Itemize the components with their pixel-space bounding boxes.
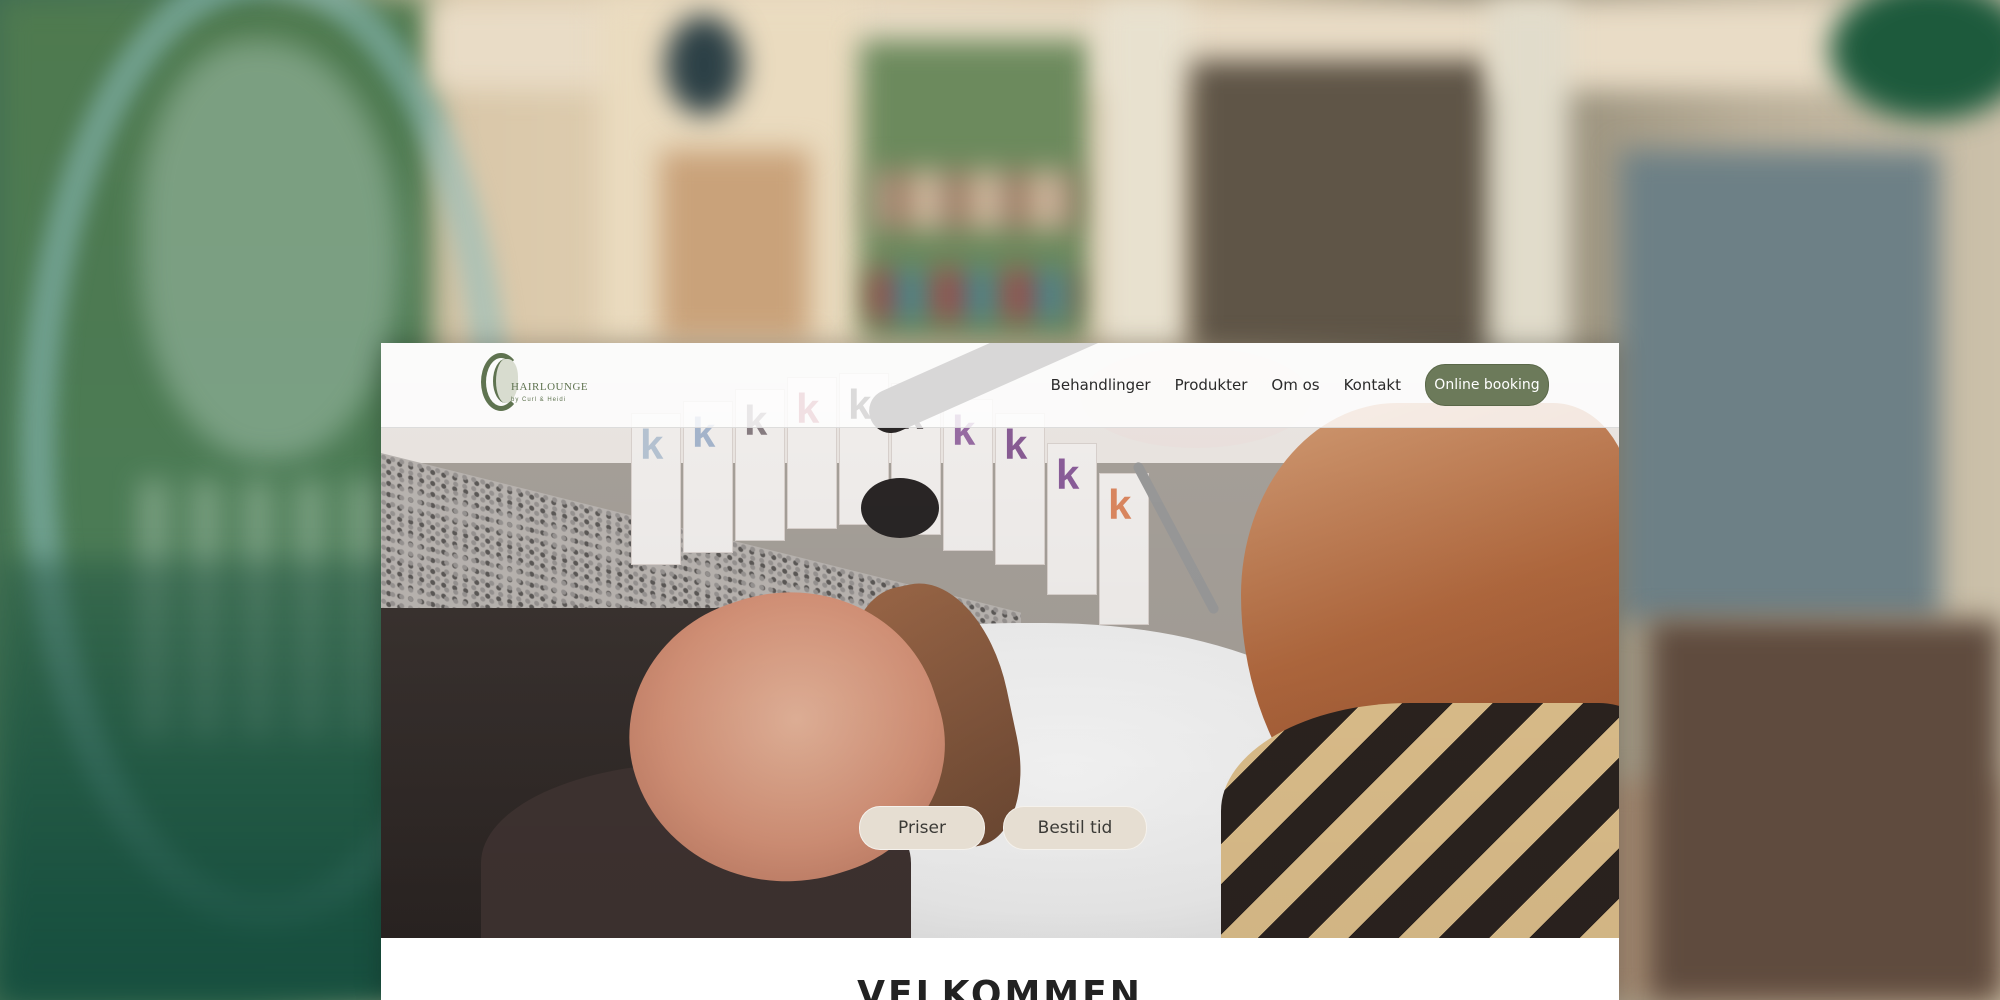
welcome-title: VELKOMMEN (857, 974, 1143, 1000)
logo-name: HAIRLOUNGE (511, 381, 589, 393)
prices-button[interactable]: Priser (859, 806, 985, 850)
site-header: HAIRLOUNGE by Curl & Heidi Behandlinger … (381, 343, 1619, 428)
logo-tagline: by Curl & Heidi (511, 397, 567, 403)
book-appointment-button[interactable]: Bestil tid (1003, 806, 1147, 850)
brand-logo[interactable]: HAIRLOUNGE by Curl & Heidi (481, 353, 588, 417)
main-nav: Behandlinger Produkter Om os Kontakt Onl… (1051, 343, 1549, 427)
nav-link-om-os[interactable]: Om os (1271, 376, 1319, 394)
welcome-section: VELKOMMEN (381, 938, 1619, 1000)
hero-buttons: Priser Bestil tid (859, 806, 1147, 850)
online-booking-button[interactable]: Online booking (1425, 364, 1549, 406)
nav-link-behandlinger[interactable]: Behandlinger (1051, 376, 1151, 394)
nav-link-kontakt[interactable]: Kontakt (1344, 376, 1401, 394)
nav-link-produkter[interactable]: Produkter (1175, 376, 1248, 394)
website-frame: k k k k k k k k k k HAIRLOUNGE by Curl &… (381, 343, 1619, 1000)
